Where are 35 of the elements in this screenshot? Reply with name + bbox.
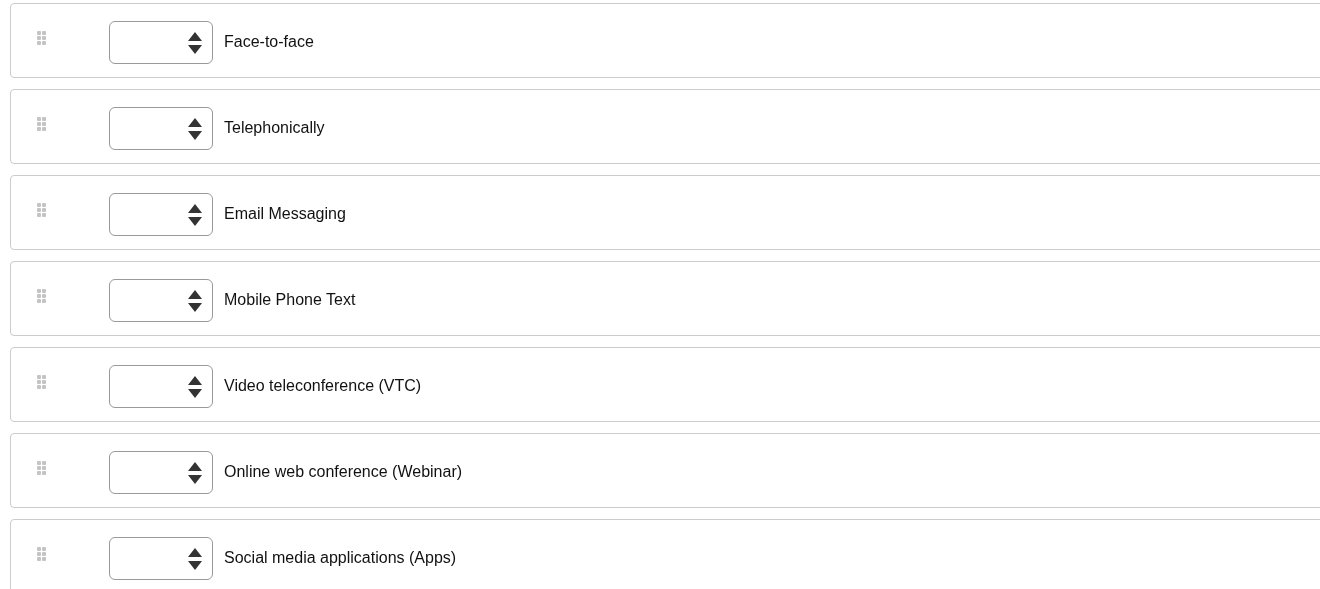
- rank-select[interactable]: [109, 451, 213, 494]
- rank-select[interactable]: [109, 365, 213, 408]
- drag-handle-icon[interactable]: [37, 117, 46, 131]
- item-label: Face-to-face: [224, 32, 314, 52]
- rank-select[interactable]: [109, 21, 213, 64]
- item-label: Social media applications (Apps): [224, 548, 457, 568]
- drag-handle-icon[interactable]: [37, 461, 46, 475]
- item-label: Video teleconference (VTC): [224, 376, 422, 396]
- rank-item-card[interactable]: Face-to-face: [10, 3, 1320, 78]
- drag-handle-icon[interactable]: [37, 547, 46, 561]
- rank-item-card[interactable]: Online web conference (Webinar): [10, 433, 1320, 508]
- drag-handle-icon[interactable]: [37, 375, 46, 389]
- up-down-arrows-icon: [188, 117, 202, 140]
- up-down-arrows-icon: [188, 375, 202, 398]
- rank-select[interactable]: [109, 193, 213, 236]
- up-down-arrows-icon: [188, 203, 202, 226]
- drag-handle-icon[interactable]: [37, 203, 46, 217]
- rank-item-card[interactable]: Video teleconference (VTC): [10, 347, 1320, 422]
- rank-item-card[interactable]: Mobile Phone Text: [10, 261, 1320, 336]
- rank-item-card[interactable]: Social media applications (Apps): [10, 519, 1320, 589]
- rank-item-card[interactable]: Email Messaging: [10, 175, 1320, 250]
- up-down-arrows-icon: [188, 31, 202, 54]
- up-down-arrows-icon: [188, 289, 202, 312]
- drag-handle-icon[interactable]: [37, 31, 46, 45]
- item-label: Email Messaging: [224, 204, 346, 224]
- up-down-arrows-icon: [188, 461, 202, 484]
- drag-handle-icon[interactable]: [37, 289, 46, 303]
- item-label: Mobile Phone Text: [224, 290, 356, 310]
- up-down-arrows-icon: [188, 547, 202, 570]
- item-label: Online web conference (Webinar): [224, 462, 463, 482]
- rank-select[interactable]: [109, 537, 213, 580]
- rank-select[interactable]: [109, 279, 213, 322]
- item-label: Telephonically: [224, 118, 325, 138]
- rank-item-card[interactable]: Telephonically: [10, 89, 1320, 164]
- rank-select[interactable]: [109, 107, 213, 150]
